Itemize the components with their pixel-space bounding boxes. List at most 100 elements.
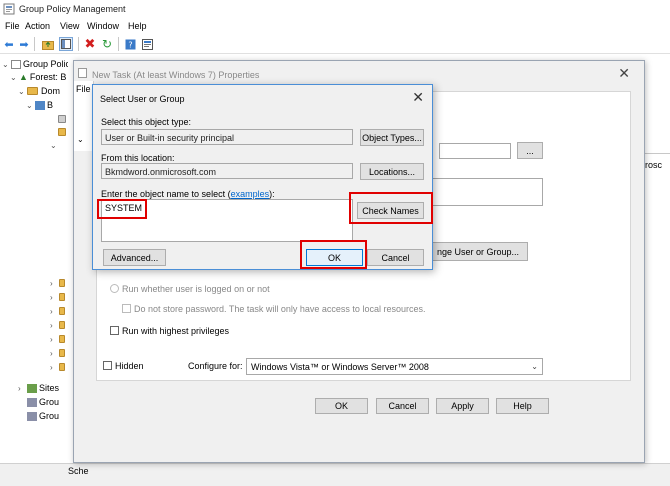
delete-icon[interactable]: ✖ — [83, 36, 97, 51]
folder-icon — [59, 335, 65, 343]
examples-link[interactable]: examples — [231, 189, 270, 199]
folder-icon — [59, 293, 65, 301]
svg-text:?: ? — [128, 40, 132, 49]
expand-icon[interactable]: › — [50, 307, 59, 316]
folder-icon — [27, 87, 38, 95]
tree-item-folder[interactable]: › — [50, 291, 68, 303]
select-user-dialog-title: Select User or Group — [100, 94, 185, 104]
tree-item-folder[interactable]: › — [50, 361, 68, 373]
collapse-icon[interactable]: ⌄ — [2, 60, 11, 69]
properties-dialog-title: New Task (At least Windows 7) Properties — [92, 70, 260, 80]
properties-dialog-icon — [78, 68, 87, 78]
help-icon[interactable]: ? — [123, 37, 137, 51]
object-types-button[interactable]: Object Types... — [360, 129, 424, 146]
tree-label: Group Policy — [23, 59, 68, 69]
console-tree: ⌄ Group Policy ⌄ ▲ Forest: B ⌄ Dom ⌄ B ⌄… — [0, 55, 68, 463]
hidden-checkbox[interactable] — [103, 361, 112, 370]
run-whether-label: Run whether user is logged on or not — [122, 284, 270, 294]
cancel-dialog-button[interactable]: Cancel — [367, 249, 424, 266]
tree-label: Grou — [39, 397, 60, 407]
folder-icon — [58, 128, 66, 136]
tab-file[interactable]: File — [76, 84, 91, 94]
cancel-button[interactable]: Cancel — [376, 398, 429, 414]
tree-label: B — [47, 100, 54, 110]
collapse-icon[interactable]: ⌄ — [26, 101, 35, 110]
run-whether-radio[interactable] — [110, 284, 119, 293]
properties-tab-strip: File ⌄ — [74, 81, 94, 151]
tree-item-domain[interactable]: ⌄ B — [26, 99, 53, 111]
tree-item-gp-results[interactable]: Grou — [27, 410, 59, 422]
refresh-icon[interactable]: ↻ — [100, 37, 114, 51]
collapse-icon[interactable]: ⌄ — [50, 141, 59, 150]
expand-icon[interactable]: › — [50, 293, 59, 302]
change-user-group-button[interactable]: nge User or Group... — [428, 242, 528, 261]
folder-icon — [59, 363, 65, 371]
toolbar-separator — [34, 37, 35, 51]
app-title: Group Policy Management — [19, 4, 126, 14]
tree-item-folder[interactable] — [58, 126, 68, 138]
location-field: Bkmdword.onmicrosoft.com — [101, 163, 353, 179]
highest-privileges-checkbox[interactable] — [110, 326, 119, 335]
advanced-button[interactable]: Advanced... — [103, 249, 166, 266]
collapse-icon[interactable]: ⌄ — [10, 73, 19, 82]
text-field[interactable] — [439, 143, 511, 159]
tree-item-root[interactable]: ⌄ Group Policy — [2, 58, 68, 70]
description-field[interactable] — [429, 178, 543, 206]
expand-icon[interactable]: › — [50, 321, 59, 330]
configure-for-select[interactable]: Windows Vista™ or Windows Server™ 2008 ⌄ — [246, 358, 543, 375]
status-bar — [0, 463, 670, 486]
expand-icon[interactable]: › — [50, 363, 59, 372]
expand-icon[interactable]: › — [50, 279, 59, 288]
list-header-divider — [645, 153, 670, 154]
collapse-icon[interactable]: ⌄ — [18, 87, 27, 96]
group-policy-app-icon — [3, 3, 15, 15]
tree-item-folder[interactable]: › — [50, 333, 68, 345]
no-store-password-label: Do not store password. The task will onl… — [134, 304, 426, 314]
menu-view[interactable]: View — [60, 21, 79, 31]
menu-file[interactable]: File — [5, 21, 20, 31]
tree-label: Forest: B — [29, 72, 67, 82]
locations-button[interactable]: Locations... — [360, 163, 424, 180]
tree-item-folder[interactable]: › — [50, 347, 68, 359]
browse-button[interactable]: ... — [517, 142, 543, 159]
modeling-icon — [27, 397, 37, 407]
select-user-group-dialog: Select User or Group ✕ Select this objec… — [92, 84, 433, 270]
tree-label: Sites — [39, 383, 60, 393]
check-names-highlight — [349, 192, 433, 224]
up-folder-icon[interactable] — [41, 37, 55, 51]
expand-icon[interactable]: › — [50, 349, 59, 358]
list-item-partial[interactable]: rosc — [645, 160, 670, 174]
no-store-password-checkbox[interactable] — [122, 304, 131, 313]
domain-icon — [35, 100, 45, 110]
menu-help[interactable]: Help — [128, 21, 147, 31]
tree-item-forest[interactable]: ⌄ ▲ Forest: B — [10, 71, 66, 83]
tree-item-folder[interactable]: › — [50, 305, 68, 317]
tree-item-folder[interactable]: › — [50, 277, 68, 289]
apply-button[interactable]: Apply — [436, 398, 489, 414]
tree-icon-gpm — [11, 59, 21, 69]
tree-item-folder[interactable]: ⌄ — [50, 139, 59, 151]
properties-icon[interactable] — [140, 37, 154, 51]
tree-item-sites[interactable]: › Sites — [18, 382, 59, 394]
close-icon[interactable]: ✕ — [618, 65, 630, 82]
ok-button[interactable]: OK — [315, 398, 368, 414]
show-hide-tree-icon[interactable] — [59, 37, 73, 51]
toolbar-separator — [118, 37, 119, 51]
tree-item-gp-modeling[interactable]: Grou — [27, 396, 59, 408]
tree-item-gpo[interactable] — [58, 113, 68, 125]
menu-window[interactable]: Window — [87, 21, 119, 31]
configure-for-label: Configure for: — [188, 361, 243, 371]
expand-icon[interactable]: › — [50, 335, 59, 344]
tree-item-domains[interactable]: ⌄ Dom — [18, 85, 60, 97]
close-icon[interactable]: ✕ — [412, 89, 424, 106]
help-button[interactable]: Help — [496, 398, 549, 414]
tree-item-folder[interactable]: › — [50, 319, 68, 331]
expand-icon[interactable]: › — [18, 384, 27, 393]
chevron-down-icon[interactable]: ⌄ — [77, 135, 84, 144]
forward-arrow-icon[interactable]: ➡ — [17, 37, 31, 51]
tree-label: Dom — [41, 86, 61, 96]
enter-object-name-label: Enter the object name to select (example… — [101, 189, 275, 199]
chevron-down-icon[interactable]: ⌄ — [531, 362, 538, 371]
menu-action[interactable]: Action — [25, 21, 50, 31]
back-arrow-icon[interactable]: ⬅ — [2, 37, 16, 51]
